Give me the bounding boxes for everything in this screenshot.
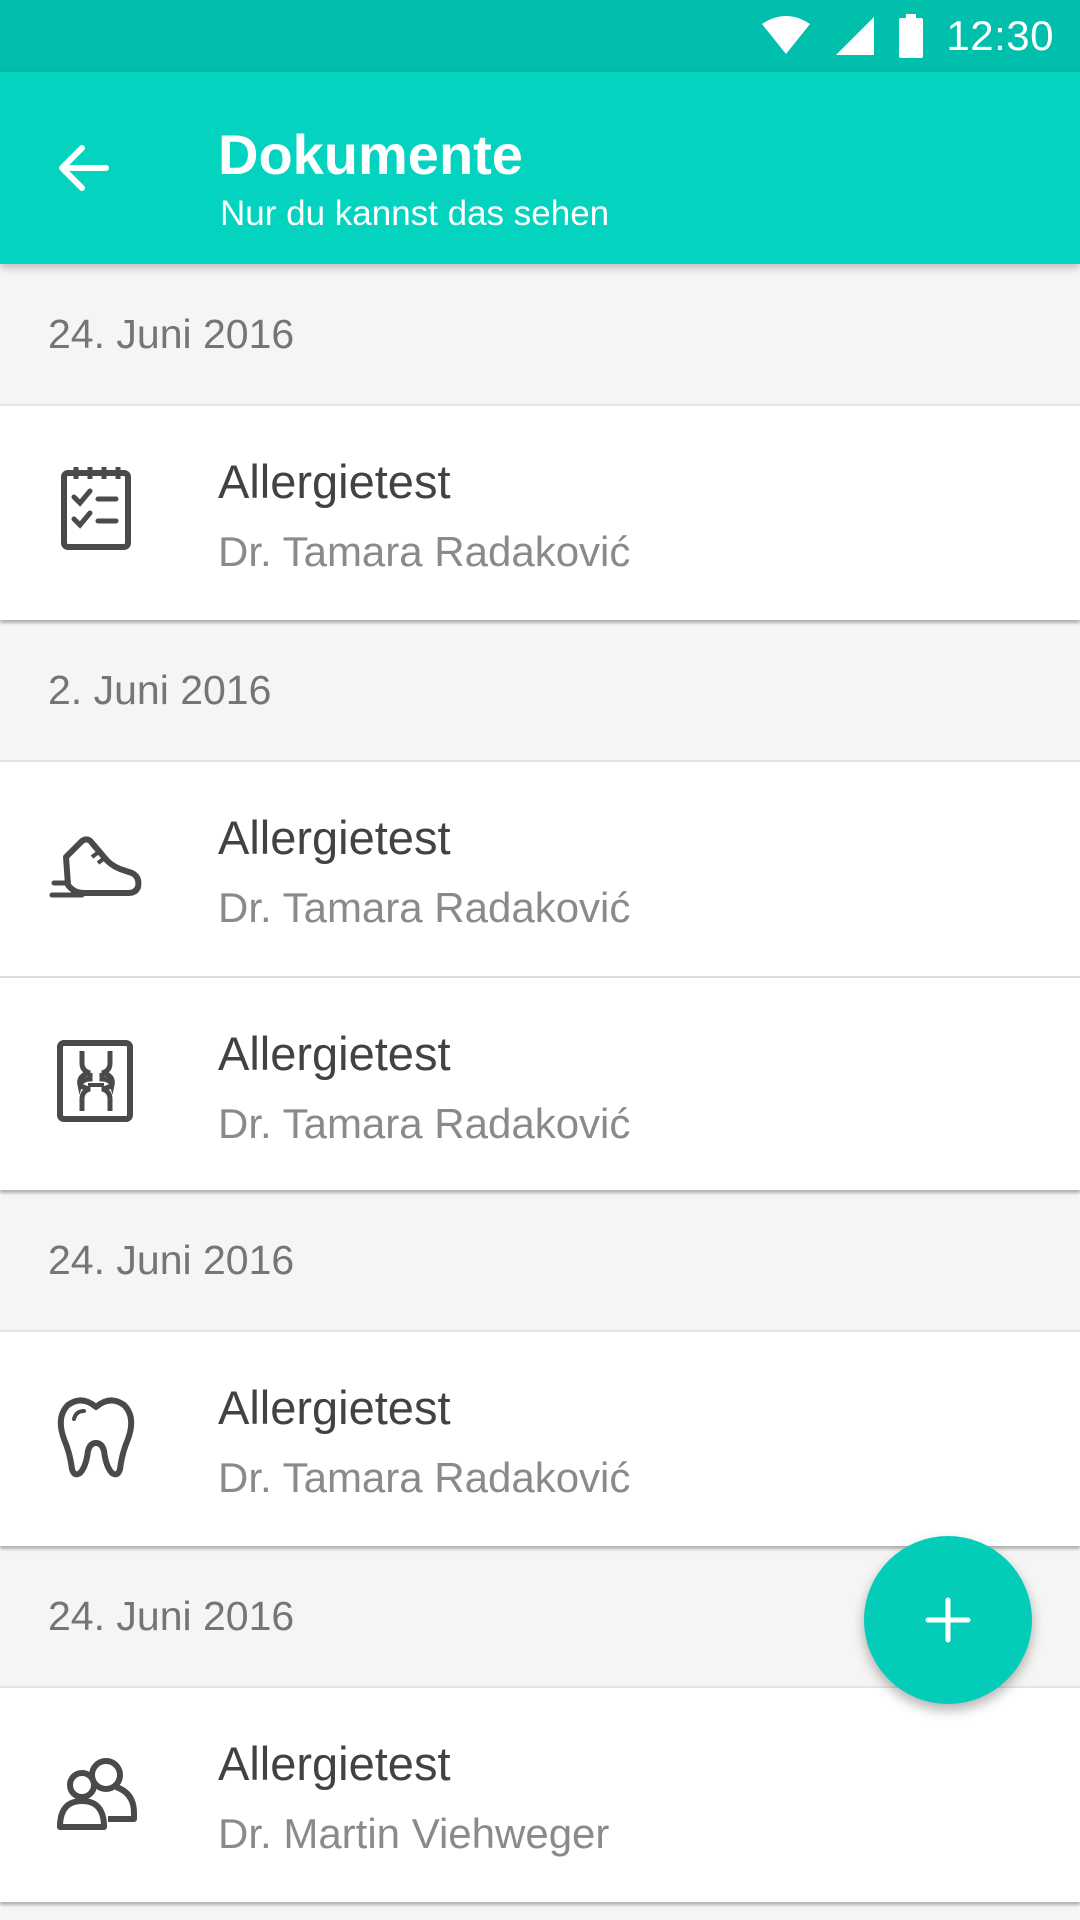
document-doctor: Dr. Tamara Radaković bbox=[218, 884, 631, 931]
document-title: Allergietest bbox=[218, 455, 451, 508]
section-date-header: 2. Juni 2016 bbox=[0, 620, 1080, 762]
document-title: Allergietest bbox=[218, 1381, 451, 1434]
back-button[interactable] bbox=[36, 120, 132, 216]
document-title: Allergietest bbox=[218, 1027, 451, 1080]
document-item[interactable]: Allergietest Dr. Tamara Radaković bbox=[0, 1332, 1080, 1546]
page-subtitle: Nur du kannst das sehen bbox=[220, 194, 610, 233]
document-doctor: Dr. Martin Viehweger bbox=[218, 1810, 610, 1857]
page-title: Dokumente bbox=[218, 123, 523, 186]
section-date-header: 24. Juni 2016 bbox=[0, 264, 1080, 406]
document-item[interactable]: Allergietest Dr. Tamara Radaković bbox=[0, 762, 1080, 976]
document-group: Allergietest Dr. Martin Viehweger bbox=[0, 1688, 1080, 1902]
wifi-icon bbox=[762, 16, 811, 54]
signal-icon bbox=[836, 17, 875, 55]
battery-icon bbox=[899, 14, 924, 58]
group-people-icon bbox=[57, 1758, 137, 1830]
document-doctor: Dr. Tamara Radaković bbox=[218, 1454, 631, 1501]
document-item[interactable]: Allergietest Dr. Tamara Radaković bbox=[0, 406, 1080, 620]
document-group: Allergietest Dr. Tamara Radaković bbox=[0, 1332, 1080, 1546]
running-shoe-icon bbox=[49, 836, 142, 898]
app-toolbar: Dokumente Nur du kannst das sehen bbox=[0, 72, 1080, 264]
document-title: Allergietest bbox=[218, 1737, 451, 1790]
section-date: 24. Juni 2016 bbox=[48, 1592, 295, 1639]
document-item[interactable]: Allergietest Dr. Martin Viehweger bbox=[0, 1688, 1080, 1902]
document-group: Allergietest Dr. Tamara Radaković Allerg… bbox=[0, 762, 1080, 1190]
xray-bone-icon bbox=[57, 1040, 133, 1122]
document-group: Allergietest Dr. Tamara Radaković bbox=[0, 406, 1080, 620]
arrow-left-icon bbox=[59, 145, 109, 191]
section-date: 2. Juni 2016 bbox=[48, 666, 272, 713]
document-doctor: Dr. Tamara Radaković bbox=[218, 528, 631, 575]
section-date: 24. Juni 2016 bbox=[48, 310, 295, 357]
checklist-clipboard-icon bbox=[61, 467, 131, 550]
status-bar: 12:30 bbox=[0, 0, 1080, 72]
document-item[interactable]: Allergietest Dr. Tamara Radaković bbox=[0, 976, 1080, 1190]
status-icons: 12:30 bbox=[760, 0, 1054, 72]
plus-icon bbox=[925, 1597, 971, 1643]
document-doctor: Dr. Tamara Radaković bbox=[218, 1100, 631, 1147]
add-document-button[interactable] bbox=[864, 1536, 1032, 1704]
section-date: 24. Juni 2016 bbox=[48, 1236, 295, 1283]
section-date-header: 24. Juni 2016 bbox=[0, 1190, 1080, 1332]
tooth-icon bbox=[57, 1397, 135, 1478]
status-time: 12:30 bbox=[946, 12, 1054, 59]
document-title: Allergietest bbox=[218, 811, 451, 864]
